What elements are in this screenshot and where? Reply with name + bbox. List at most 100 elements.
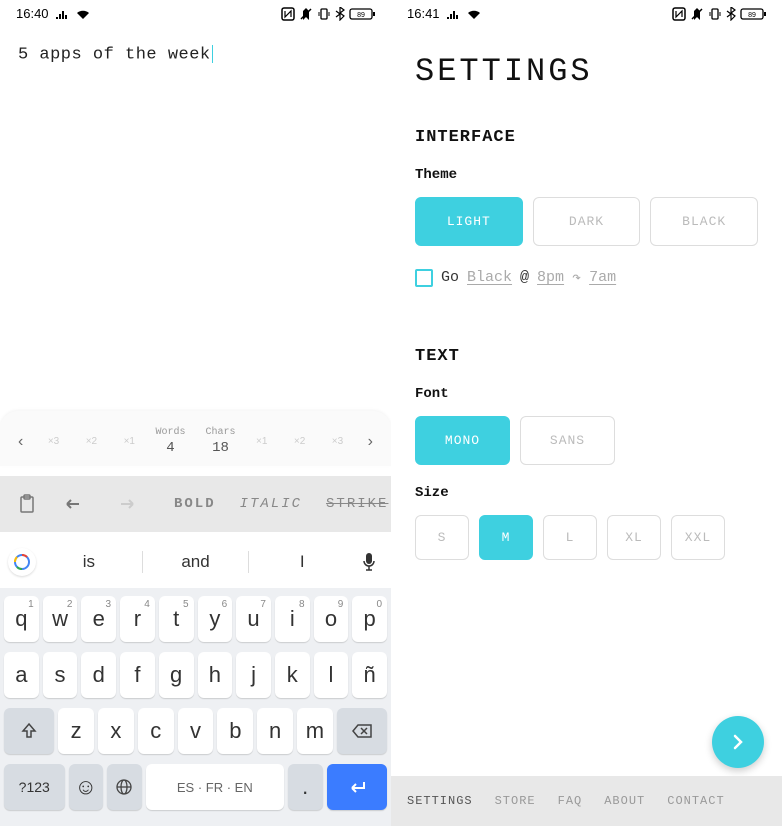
- battery-icon: 89: [740, 7, 766, 21]
- nfc-icon: [281, 7, 295, 21]
- shift-key[interactable]: [4, 708, 54, 754]
- emoji-key[interactable]: ☺: [69, 764, 104, 810]
- arrow-icon: ↷: [572, 268, 581, 287]
- clipboard-icon[interactable]: [10, 490, 44, 518]
- format-toolbar: BOLD ITALIC STRIKE: [0, 476, 391, 532]
- key-f[interactable]: f: [120, 652, 155, 698]
- keyboard: is and I q1w2e3r4t5y6u7i8o9p0 asdfghjklñ…: [0, 536, 391, 826]
- enter-key[interactable]: [327, 764, 388, 810]
- theme-light-button[interactable]: LIGHT: [415, 197, 523, 246]
- mic-icon[interactable]: [355, 552, 383, 572]
- key-d[interactable]: d: [81, 652, 116, 698]
- size-m-button[interactable]: M: [479, 515, 533, 560]
- suggestion-1[interactable]: is: [40, 546, 138, 578]
- size-label: Size: [415, 485, 758, 501]
- status-time: 16:40: [16, 6, 49, 21]
- nav-store[interactable]: STORE: [495, 794, 536, 808]
- google-icon[interactable]: [8, 548, 36, 576]
- key-e[interactable]: e3: [81, 596, 116, 642]
- key-j[interactable]: j: [236, 652, 271, 698]
- black-link[interactable]: Black: [467, 269, 512, 286]
- undo-icon[interactable]: [56, 492, 94, 516]
- status-time: 16:41: [407, 6, 440, 21]
- chevron-right-icon[interactable]: ›: [364, 433, 377, 451]
- chevron-left-icon[interactable]: ‹: [14, 433, 27, 451]
- key-a[interactable]: a: [4, 652, 39, 698]
- key-c[interactable]: c: [138, 708, 174, 754]
- key-u[interactable]: u7: [236, 596, 271, 642]
- suggestion-bar: is and I: [0, 536, 391, 588]
- key-y[interactable]: y6: [198, 596, 233, 642]
- key-l[interactable]: l: [314, 652, 349, 698]
- backspace-key[interactable]: [337, 708, 387, 754]
- time-end-link[interactable]: 7am: [589, 269, 616, 286]
- auto-black-row[interactable]: Go Black @ 8pm ↷ 7am: [415, 268, 758, 287]
- size-xxl-button[interactable]: XXL: [671, 515, 725, 560]
- key-x[interactable]: x: [98, 708, 134, 754]
- key-k[interactable]: k: [275, 652, 310, 698]
- key-h[interactable]: h: [198, 652, 233, 698]
- nav-settings[interactable]: SETTINGS: [407, 794, 473, 808]
- key-g[interactable]: g: [159, 652, 194, 698]
- key-w[interactable]: w2: [43, 596, 78, 642]
- key-i[interactable]: i8: [275, 596, 310, 642]
- wifi-icon: [75, 8, 91, 20]
- globe-key[interactable]: [107, 764, 142, 810]
- strike-button[interactable]: STRIKE: [320, 492, 394, 516]
- nfc-icon: [672, 7, 686, 21]
- size-xl-button[interactable]: XL: [607, 515, 661, 560]
- font-mono-button[interactable]: MONO: [415, 416, 510, 465]
- size-l-button[interactable]: L: [543, 515, 597, 560]
- bold-button[interactable]: BOLD: [168, 492, 222, 516]
- suggestion-3[interactable]: I: [253, 546, 351, 578]
- key-s[interactable]: s: [43, 652, 78, 698]
- signal-icon: [55, 8, 69, 20]
- next-fab[interactable]: [712, 716, 764, 768]
- key-t[interactable]: t5: [159, 596, 194, 642]
- suggestion-2[interactable]: and: [147, 546, 245, 578]
- wifi-icon: [466, 8, 482, 20]
- font-sans-button[interactable]: SANS: [520, 416, 615, 465]
- battery-icon: 89: [349, 7, 375, 21]
- bluetooth-icon: [335, 7, 345, 21]
- words-value: 4: [155, 440, 185, 456]
- key-r[interactable]: r4: [120, 596, 155, 642]
- chars-label: Chars: [206, 427, 236, 438]
- key-m[interactable]: m: [297, 708, 333, 754]
- text-cursor: [212, 45, 213, 63]
- space-key[interactable]: ES · FR · EN: [146, 764, 284, 810]
- theme-black-button[interactable]: BLACK: [650, 197, 758, 246]
- key-n[interactable]: n: [257, 708, 293, 754]
- italic-button[interactable]: ITALIC: [234, 492, 308, 516]
- mute-icon: [299, 7, 313, 21]
- key-z[interactable]: z: [58, 708, 94, 754]
- nav-about[interactable]: ABOUT: [604, 794, 645, 808]
- chars-value: 18: [206, 440, 236, 456]
- theme-label: Theme: [415, 167, 758, 183]
- editor-text: 5 apps of the week: [18, 45, 211, 64]
- nav-faq[interactable]: FAQ: [558, 794, 583, 808]
- font-label: Font: [415, 386, 758, 402]
- svg-text:89: 89: [357, 12, 365, 19]
- page-title: SETTINGS: [391, 25, 782, 98]
- text-heading: TEXT: [415, 347, 758, 366]
- key-v[interactable]: v: [178, 708, 214, 754]
- status-bar: 16:41 89: [391, 0, 782, 25]
- vibrate-icon: [317, 7, 331, 21]
- vibrate-icon: [708, 7, 722, 21]
- key-b[interactable]: b: [217, 708, 253, 754]
- key-o[interactable]: o9: [314, 596, 349, 642]
- checkbox-icon[interactable]: [415, 269, 433, 287]
- key-ñ[interactable]: ñ: [352, 652, 387, 698]
- period-key[interactable]: .: [288, 764, 323, 810]
- theme-dark-button[interactable]: DARK: [533, 197, 641, 246]
- time-start-link[interactable]: 8pm: [537, 269, 564, 286]
- size-s-button[interactable]: S: [415, 515, 469, 560]
- symbols-key[interactable]: ?123: [4, 764, 65, 810]
- key-q[interactable]: q1: [4, 596, 39, 642]
- words-label: Words: [155, 427, 185, 438]
- redo-icon[interactable]: [106, 492, 144, 516]
- key-p[interactable]: p0: [352, 596, 387, 642]
- nav-contact[interactable]: CONTACT: [667, 794, 724, 808]
- editor-content[interactable]: 5 apps of the week: [0, 25, 391, 64]
